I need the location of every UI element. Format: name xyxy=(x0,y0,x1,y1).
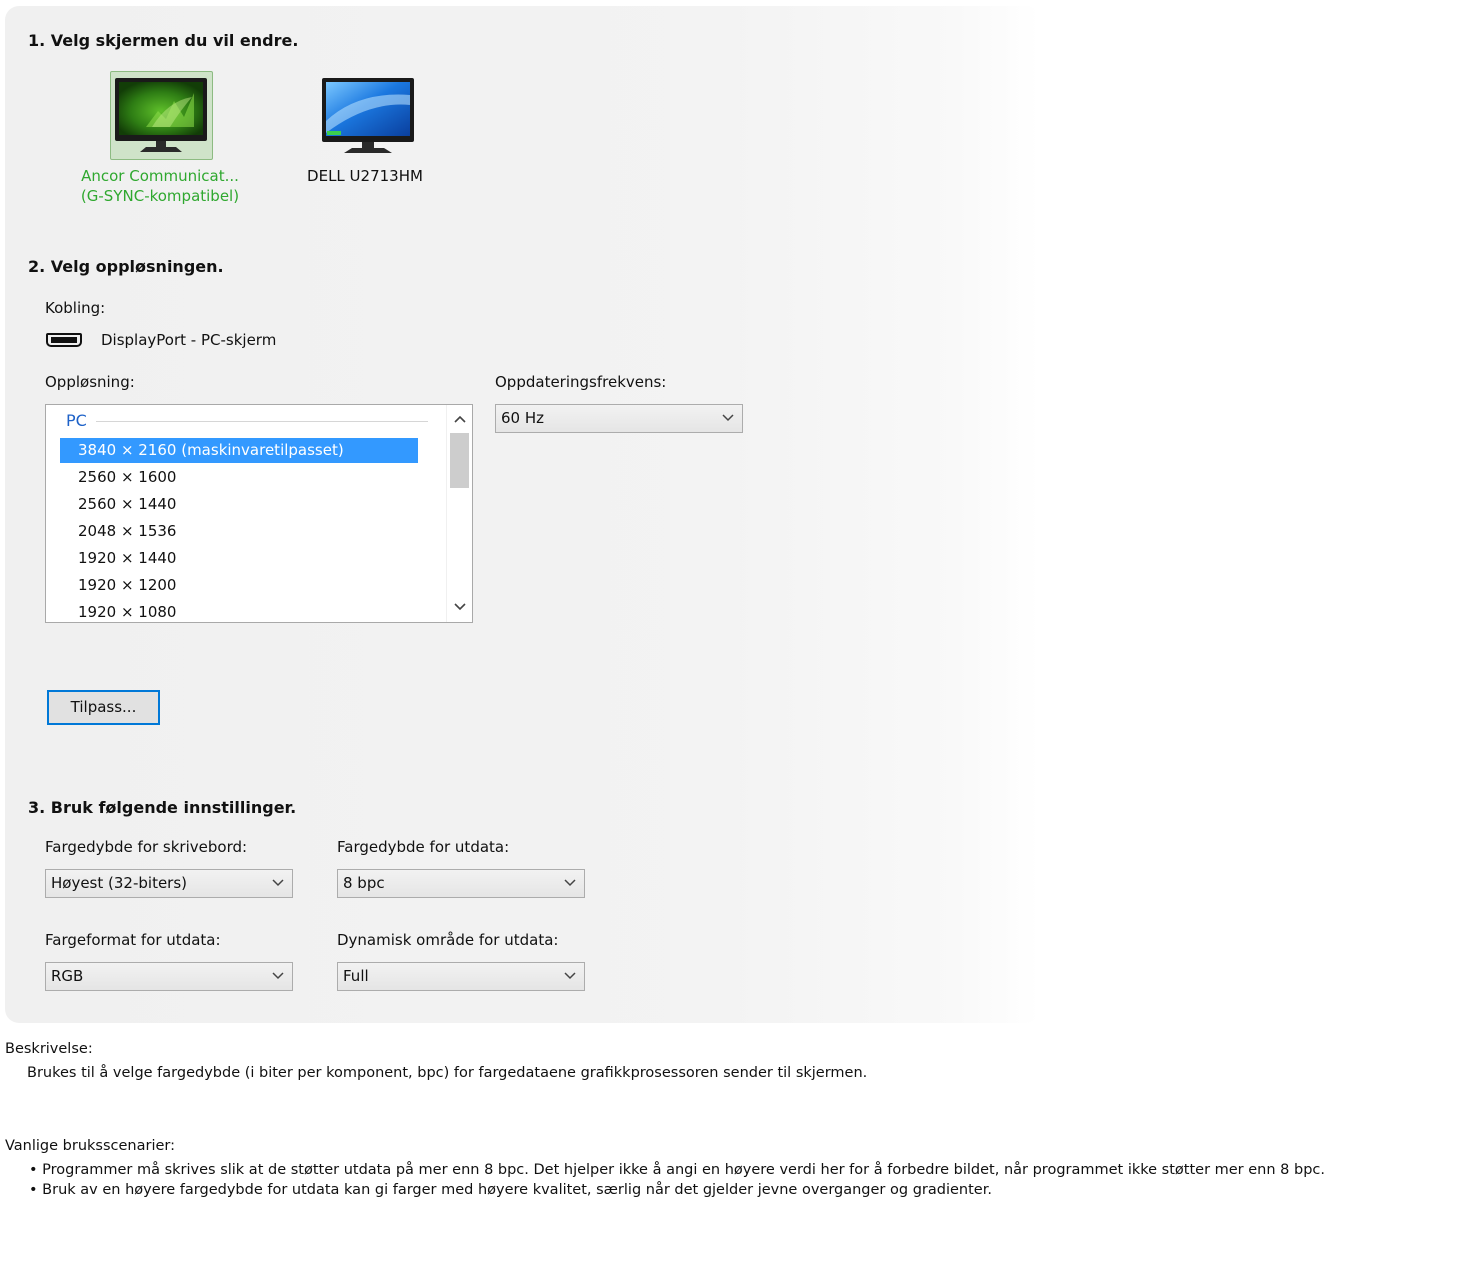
refresh-rate-select[interactable]: 60 Hz xyxy=(495,404,743,433)
output-depth-value: 8 bpc xyxy=(343,874,385,892)
desktop-depth-label: Fargedybde for skrivebord: xyxy=(45,838,248,856)
monitor-ancor-caption[interactable]: Ancor Communicat... (G-SYNC-kompatibel) xyxy=(60,166,260,206)
resolution-item[interactable]: 2560 × 1440 xyxy=(60,492,418,517)
chevron-down-icon xyxy=(564,972,576,980)
resolution-scrollbar[interactable] xyxy=(446,405,472,622)
refresh-rate-label: Oppdateringsfrekvens: xyxy=(495,373,667,391)
resolution-group-pc: PC xyxy=(66,411,87,430)
scroll-up-arrow-icon[interactable] xyxy=(447,407,472,432)
desktop-depth-value: Høyest (32-biters) xyxy=(51,874,188,892)
description-text: Brukes til å velge fargedybde (i biter p… xyxy=(27,1065,868,1081)
dynamic-range-label: Dynamisk område for utdata: xyxy=(337,931,559,949)
chevron-down-icon xyxy=(272,879,284,887)
resolution-listbox[interactable]: PC 3840 × 2160 (maskinvaretilpasset) 256… xyxy=(45,404,473,623)
monitor-ancor-name: Ancor Communicat... xyxy=(81,167,239,185)
usage-label: Vanlige bruksscenarier: xyxy=(5,1138,175,1154)
dynamic-range-select[interactable]: Full xyxy=(337,962,585,991)
monitor-dell-name: DELL U2713HM xyxy=(307,167,423,185)
windows-monitor-icon xyxy=(322,78,414,153)
description-label: Beskrivelse: xyxy=(5,1041,93,1057)
scroll-down-arrow-icon[interactable] xyxy=(447,595,472,620)
scroll-thumb[interactable] xyxy=(450,433,469,488)
customize-button[interactable]: Tilpass... xyxy=(47,690,160,725)
resolution-item[interactable]: 1920 × 1440 xyxy=(60,546,418,571)
section-3-heading: 3. Bruk følgende innstillinger. xyxy=(28,798,297,817)
usage-bullet: • Bruk av en høyere fargedybde for utdat… xyxy=(29,1182,992,1198)
refresh-rate-value: 60 Hz xyxy=(501,409,545,427)
chevron-down-icon xyxy=(722,414,734,422)
output-format-value: RGB xyxy=(51,967,84,985)
usage-bullet: • Programmer må skrives slik at de støtt… xyxy=(29,1162,1325,1178)
group-divider xyxy=(96,421,428,422)
section-1-heading: 1. Velg skjermen du vil endre. xyxy=(28,31,299,50)
dynamic-range-value: Full xyxy=(343,967,369,985)
chevron-down-icon xyxy=(272,972,284,980)
output-format-label: Fargeformat for utdata: xyxy=(45,931,221,949)
desktop-depth-select[interactable]: Høyest (32-biters) xyxy=(45,869,293,898)
displayport-icon xyxy=(46,333,82,347)
usage-bullet-text: Bruk av en høyere fargedybde for utdata … xyxy=(42,1182,992,1198)
resolution-label: Oppløsning: xyxy=(45,373,135,391)
section-2-heading: 2. Velg oppløsningen. xyxy=(28,257,224,276)
output-format-select[interactable]: RGB xyxy=(45,962,293,991)
monitor-ancor[interactable] xyxy=(110,71,213,161)
usage-bullet-text: Programmer må skrives slik at de støtter… xyxy=(42,1162,1325,1178)
output-depth-select[interactable]: 8 bpc xyxy=(337,869,585,898)
resolution-item[interactable]: 2560 × 1600 xyxy=(60,465,418,490)
connection-label: Kobling: xyxy=(45,299,106,317)
chevron-down-icon xyxy=(564,879,576,887)
output-depth-label: Fargedybde for utdata: xyxy=(337,838,510,856)
resolution-item[interactable]: 3840 × 2160 (maskinvaretilpasset) xyxy=(60,438,418,463)
resolution-item[interactable]: 1920 × 1080 xyxy=(60,600,418,622)
monitor-dell-caption[interactable]: DELL U2713HM xyxy=(285,166,445,186)
connection-value: DisplayPort - PC-skjerm xyxy=(101,331,277,349)
monitor-ancor-gsync: (G-SYNC-kompatibel) xyxy=(80,187,240,205)
resolution-item[interactable]: 2048 × 1536 xyxy=(60,519,418,544)
nvidia-monitor-icon xyxy=(115,78,207,152)
monitor-dell[interactable] xyxy=(318,71,418,161)
resolution-item[interactable]: 1920 × 1200 xyxy=(60,573,418,598)
